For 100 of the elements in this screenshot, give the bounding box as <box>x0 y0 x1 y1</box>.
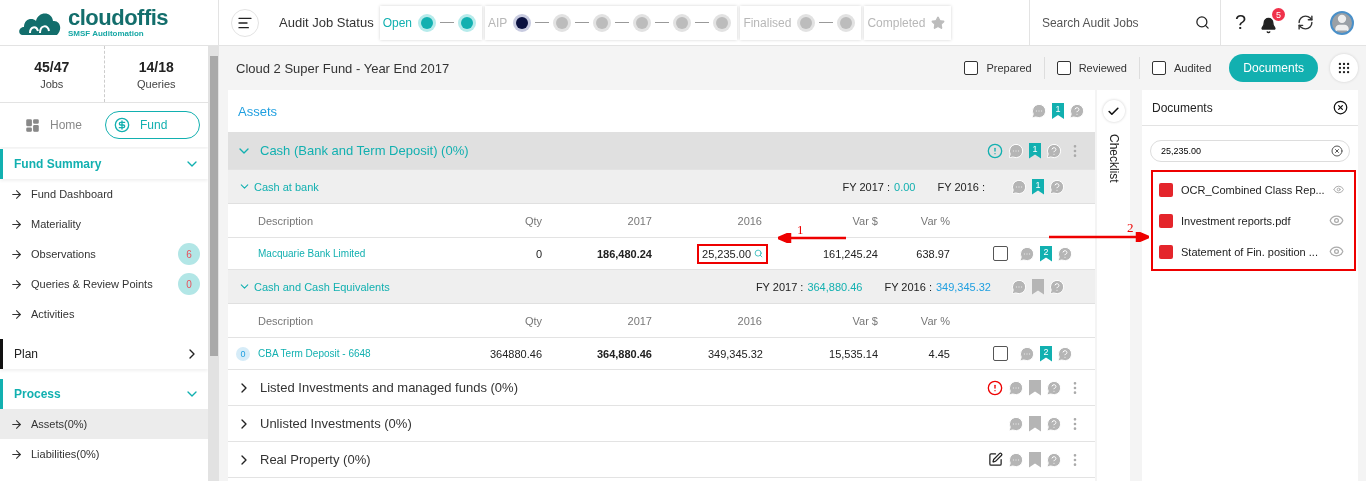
nav-item[interactable]: Activities <box>0 299 208 329</box>
nav-item[interactable]: Assets(0%) <box>0 409 208 439</box>
table-cell-text: 364,880.46 <box>595 347 652 360</box>
notification-button[interactable]: 5 <box>1258 8 1285 37</box>
nav-item[interactable]: Materiality <box>0 209 208 239</box>
column-header: 2016 <box>736 314 762 327</box>
checkbox[interactable] <box>1056 61 1071 75</box>
stat-value: 45/47 <box>34 58 70 75</box>
comment-icon[interactable] <box>1031 103 1047 119</box>
table-cell: 25,235.00 <box>702 247 751 260</box>
stage-label: Open <box>382 15 413 30</box>
bookmark-icon[interactable] <box>1029 415 1041 432</box>
fy-label: FY 2017 : <box>755 280 804 293</box>
fund-title: Cloud 2 Super Fund - Year End 2017 <box>236 60 450 76</box>
column-header: Qty <box>523 314 542 327</box>
view-icon[interactable] <box>1329 213 1344 228</box>
arrow-icon <box>10 277 23 291</box>
query-icon[interactable] <box>1046 415 1062 432</box>
checkbox-label: Audited <box>1174 62 1212 74</box>
checkbox-label: Prepared <box>986 62 1032 74</box>
arrow-icon <box>10 417 23 431</box>
column-header: 2017 <box>626 214 652 227</box>
fy-label: FY 2017 : <box>842 180 891 193</box>
help-button[interactable]: ? <box>1234 11 1246 34</box>
query-icon[interactable] <box>1046 142 1062 159</box>
nav-item[interactable]: Fund Dashboard <box>0 179 208 209</box>
section-header[interactable]: Plan <box>0 339 208 369</box>
annotation-arrow <box>778 233 848 243</box>
search-box[interactable]: Search Audit Jobs <box>1028 0 1221 45</box>
table-cell-text: 15,535.14 <box>828 347 878 360</box>
query-icon[interactable] <box>1046 451 1062 468</box>
sync-icon[interactable] <box>1297 14 1314 31</box>
query-icon[interactable] <box>1049 278 1065 295</box>
query-icon[interactable] <box>1057 245 1073 262</box>
checkbox-label: Reviewed <box>1078 62 1127 74</box>
column-header: Qty <box>523 214 542 227</box>
close-icon[interactable] <box>1333 100 1348 115</box>
comment-icon[interactable] <box>1019 245 1035 262</box>
annotation-number: 1 <box>797 222 804 238</box>
dashboard-icon <box>25 117 40 133</box>
stage-label: Finalised <box>743 15 792 30</box>
clear-icon[interactable] <box>1331 145 1343 157</box>
apps-button[interactable] <box>1330 54 1358 82</box>
comment-icon[interactable] <box>1008 415 1024 432</box>
arrow-icon <box>10 247 23 261</box>
count-badge: 6 <box>178 243 200 265</box>
column-header: 2017 <box>626 314 652 327</box>
logo-name: cloudoffis <box>68 7 169 29</box>
bookmark-icon[interactable] <box>1032 278 1044 295</box>
query-icon[interactable] <box>1057 345 1073 362</box>
column-header: Var % <box>919 314 950 327</box>
comment-icon[interactable] <box>1011 178 1027 195</box>
comment-icon[interactable] <box>1008 379 1024 396</box>
table-cell: 349,345.32 <box>707 347 763 360</box>
file-name[interactable]: Statement of Fin. position ... <box>1181 245 1321 258</box>
nav-item[interactable]: Queries & Review Points 0 <box>0 269 208 299</box>
table-cell-text: 4.45 <box>927 347 950 360</box>
stage-label: AIP <box>488 15 508 30</box>
avatar[interactable] <box>1330 10 1354 35</box>
view-icon[interactable] <box>1329 244 1344 259</box>
column-header: Var % <box>919 214 950 227</box>
nav-item[interactable]: Observations 6 <box>0 239 208 269</box>
checkbox[interactable] <box>964 61 979 75</box>
comment-icon[interactable] <box>1008 451 1024 468</box>
grid-icon <box>1337 61 1351 75</box>
comment-icon[interactable] <box>1008 142 1024 159</box>
section-title: Plan <box>14 347 39 361</box>
fy-label: FY 2016 : <box>937 180 985 193</box>
checkbox[interactable] <box>993 346 1008 361</box>
pdf-icon <box>1159 213 1173 228</box>
bookmark-icon[interactable] <box>1029 451 1041 468</box>
table-cell-text: 0 <box>534 247 542 260</box>
panel-title: Documents <box>1152 100 1213 115</box>
column-header: 2016 <box>736 214 762 227</box>
query-icon[interactable] <box>1046 379 1062 396</box>
file-name[interactable]: OCR_Combined Class Rep... <box>1181 183 1325 196</box>
section-title: Fund Summary <box>14 157 102 171</box>
file-name[interactable]: Investment reports.pdf <box>1181 214 1321 227</box>
search-icon[interactable] <box>754 249 763 258</box>
fy-label: FY 2016 : <box>884 280 932 293</box>
query-icon[interactable] <box>1069 103 1085 119</box>
fy-value: 0.00 <box>894 180 916 193</box>
column-header: Var $ <box>851 314 878 327</box>
star-icon <box>931 15 946 30</box>
count-badge: 0 <box>178 273 200 295</box>
note-icon[interactable] <box>988 452 1003 467</box>
table-cell-text: 364880.46 <box>489 347 542 360</box>
stage-label: Completed <box>867 15 926 30</box>
group-title: Cash (Bank and Term Deposit) (0%) <box>260 143 469 158</box>
checkbox[interactable] <box>993 246 1008 261</box>
query-icon[interactable] <box>1049 178 1065 195</box>
bookmark-icon[interactable] <box>1029 379 1041 396</box>
menu-button[interactable] <box>231 8 259 37</box>
arrow-icon <box>10 187 23 201</box>
checkbox[interactable] <box>1152 61 1166 75</box>
arrow-icon <box>10 217 23 231</box>
comment-icon[interactable] <box>1011 278 1027 295</box>
checklist-label: Checklist <box>1106 134 1121 183</box>
comment-icon[interactable] <box>1019 345 1035 362</box>
nav-item[interactable]: Liabilities(0%) <box>0 439 208 469</box>
